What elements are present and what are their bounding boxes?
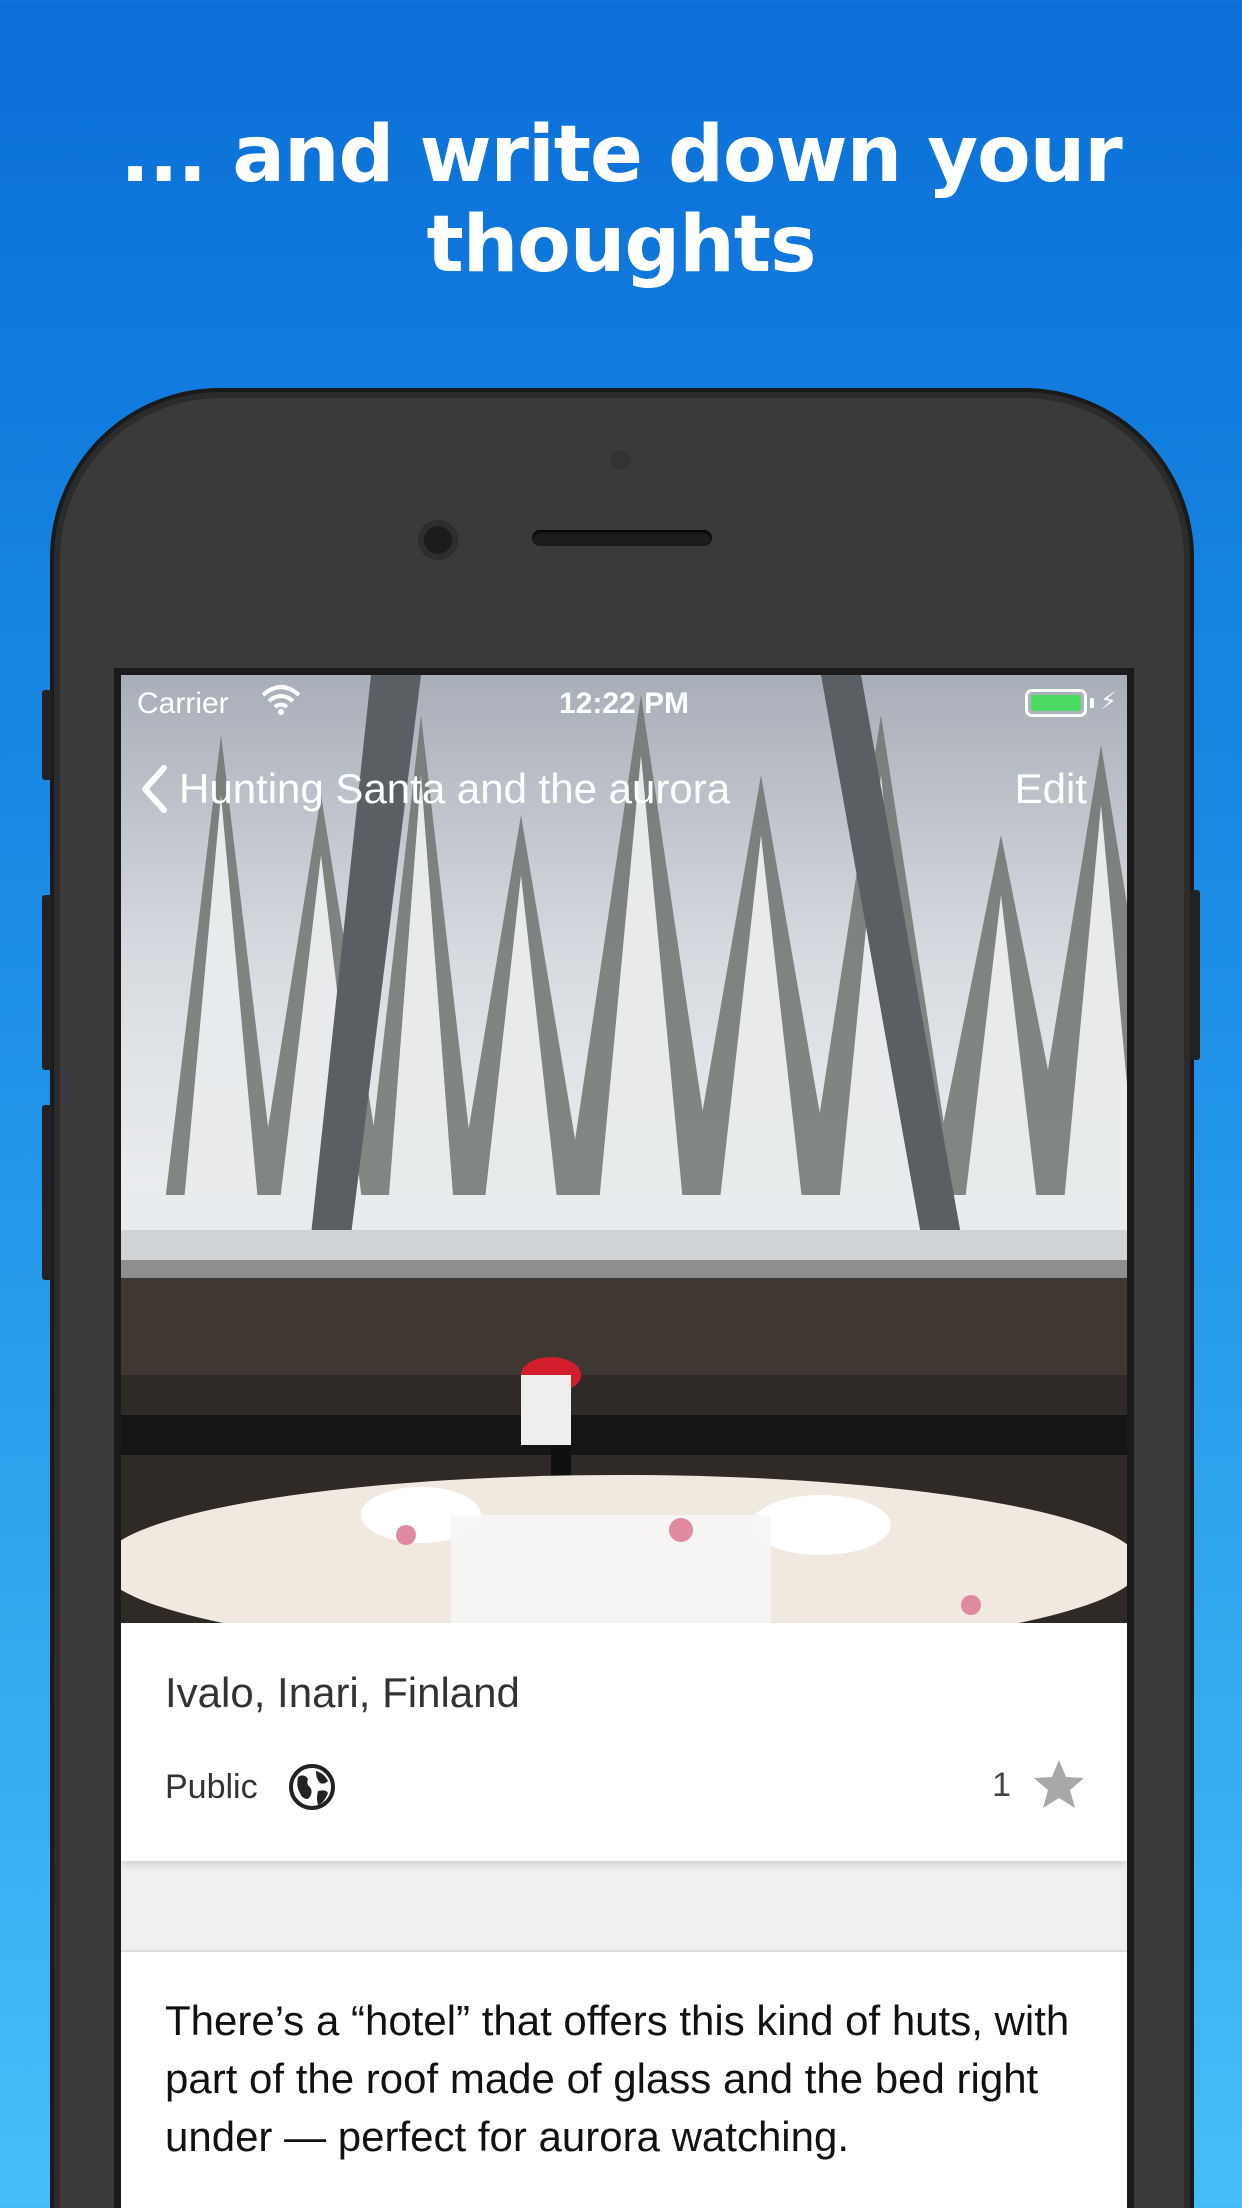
globe-icon (288, 1764, 335, 1810)
charging-bolt-icon: ⚡ (1100, 688, 1117, 715)
entry-body-text[interactable]: There’s a “hotel” that offers this kind … (165, 1992, 1095, 2166)
phone-volume-down (42, 1105, 52, 1280)
phone-mute-switch (42, 690, 52, 780)
visibility-toggle[interactable]: Public (165, 1763, 336, 1811)
status-bar: Carrier 12:22 PM ⚡ (121, 675, 1127, 731)
entry-location[interactable]: Ivalo, Inari, Finland (165, 1669, 520, 1717)
entry-text-card: There’s a “hotel” that offers this kind … (121, 1952, 1127, 2208)
navigation-bar: Hunting Santa and the aurora Edit (121, 759, 1127, 819)
phone-power-button (1190, 890, 1200, 1060)
visibility-label: Public (165, 1767, 258, 1806)
entry-photo[interactable]: Carrier 12:22 PM ⚡ Hunting Santa and the… (121, 675, 1127, 1623)
front-camera (418, 520, 458, 560)
entry-info-card: Ivalo, Inari, Finland Public 1 (121, 1623, 1127, 1861)
edit-button[interactable]: Edit (1015, 765, 1087, 813)
battery-icon (1025, 689, 1087, 717)
likes-control[interactable]: 1 (992, 1757, 1087, 1813)
proximity-sensor (611, 450, 631, 470)
back-button[interactable]: Hunting Santa and the aurora (139, 759, 730, 819)
battery-tip (1090, 698, 1094, 708)
battery-level (1031, 695, 1081, 711)
promo-headline-line2: thoughts (426, 200, 816, 290)
phone-volume-up (42, 895, 52, 1070)
back-button-title: Hunting Santa and the aurora (179, 765, 731, 812)
app-screen: Carrier 12:22 PM ⚡ Hunting Santa and the… (121, 675, 1127, 2208)
status-time: 12:22 PM (558, 687, 690, 720)
chevron-left-icon (142, 765, 167, 813)
promo-headline-line1: ... and write down your (120, 110, 1122, 200)
earpiece-speaker (532, 530, 712, 546)
phone-screen: Carrier 12:22 PM ⚡ Hunting Santa and the… (114, 668, 1134, 2208)
star-icon (1034, 1760, 1084, 1808)
likes-count: 1 (992, 1765, 1011, 1804)
promo-headline: ... and write down your thoughts (0, 110, 1242, 290)
